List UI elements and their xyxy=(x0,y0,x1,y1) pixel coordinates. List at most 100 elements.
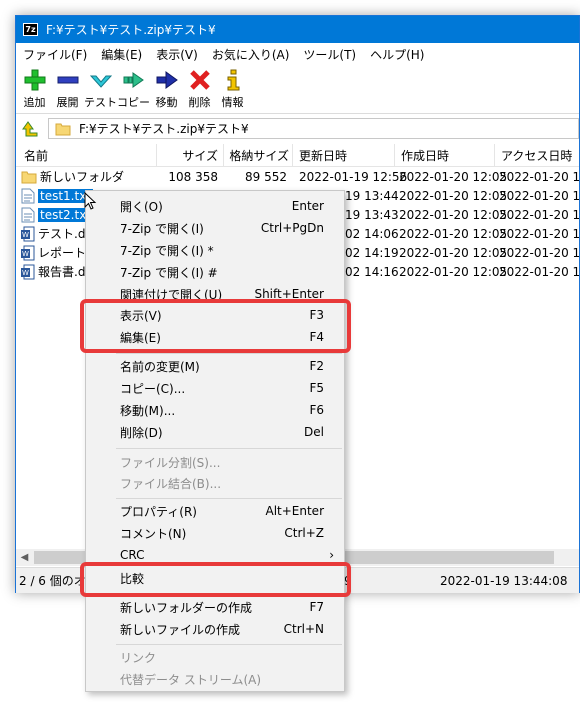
status-datetime: 2022-01-19 13:44:08 xyxy=(440,573,568,588)
menu-item-split: ファイル分割(S)... xyxy=(86,451,344,473)
menu-item-new-folder[interactable]: 新しいフォルダーの作成 F7 xyxy=(86,596,344,618)
menu-bar: ファイル(F) 編集(E) 表示(V) お気に入り(A) ツール(T) ヘルプ(… xyxy=(16,43,579,65)
menu-item-move-to[interactable]: 移動(M)... F6 xyxy=(86,399,344,421)
menu-item-label: 新しいフォルダーの作成 xyxy=(120,600,253,615)
column-name[interactable]: 名前 xyxy=(24,144,154,166)
test-button[interactable]: テスト xyxy=(84,69,117,110)
svg-text:W: W xyxy=(22,250,29,258)
column-size[interactable]: サイズ xyxy=(156,144,222,166)
menu-item-new-file[interactable]: 新しいファイルの作成 Ctrl+N xyxy=(86,618,344,640)
file-modified: 02 14:06 xyxy=(345,226,399,241)
menu-separator xyxy=(116,353,342,354)
menu-edit[interactable]: 編集(E) xyxy=(94,46,149,63)
menu-view[interactable]: 表示(V) xyxy=(149,46,205,63)
menu-item-delete[interactable]: 削除(D) Del xyxy=(86,421,344,443)
list-item[interactable]: 新しいフォルダ 108 358 89 552 2022-01-19 12:56 … xyxy=(16,167,580,186)
info-button[interactable]: 情報 xyxy=(216,69,249,110)
menu-item-rename[interactable]: 名前の変更(M) F2 xyxy=(86,355,344,377)
menu-item-shortcut: Alt+Enter xyxy=(265,504,324,518)
menu-item-shortcut: F6 xyxy=(309,403,324,417)
list-header: 名前 サイズ 格納サイズ 更新日時 作成日時 アクセス日時 xyxy=(16,144,579,167)
move-button[interactable]: 移動 xyxy=(150,69,183,110)
copy-arrow-icon xyxy=(123,72,144,88)
address-bar: F:¥テスト¥テスト.zip¥テスト¥ xyxy=(16,114,579,144)
mouse-cursor-icon xyxy=(84,192,97,210)
menu-item-diff[interactable]: 比較 xyxy=(86,567,344,589)
file-modified: 19 13:43 xyxy=(345,207,399,222)
menu-item-shortcut: Ctrl+N xyxy=(283,622,324,636)
menu-item-crc[interactable]: CRC › xyxy=(86,544,344,566)
column-accessed[interactable]: アクセス日時 xyxy=(494,144,580,166)
menu-item-shortcut: Del xyxy=(304,425,324,439)
menu-item-label: 7-Zip で開く(I) xyxy=(120,221,204,236)
menu-item-label: リンク xyxy=(120,650,157,665)
text-file-icon xyxy=(21,188,35,203)
address-path: F:¥テスト¥テスト.zip¥テスト¥ xyxy=(79,122,249,136)
up-folder-button[interactable] xyxy=(21,119,41,139)
menu-item-label: 編集(E) xyxy=(120,330,161,345)
menu-separator xyxy=(116,594,342,595)
info-label: 情報 xyxy=(221,96,244,109)
menu-item-shortcut: F7 xyxy=(309,600,324,614)
info-icon xyxy=(227,69,239,91)
menu-item-open[interactable]: 開く(O) Enter xyxy=(86,195,344,217)
menu-favorites[interactable]: お気に入り(A) xyxy=(205,46,297,63)
menu-item-label: 表示(V) xyxy=(120,308,162,323)
file-size: 108 358 xyxy=(168,169,218,184)
copy-button[interactable]: コピー xyxy=(117,69,150,110)
column-created[interactable]: 作成日時 xyxy=(394,144,494,166)
text-file-icon xyxy=(21,207,35,222)
menu-item-open-outside[interactable]: 関連付けで開く(U) Shift+Enter xyxy=(86,283,344,305)
menu-item-label: 7-Zip で開く(I) # xyxy=(120,265,218,280)
file-accessed: 2022-01-20 12:0 xyxy=(499,169,580,184)
file-name: 報告書.d xyxy=(38,265,86,279)
menu-item-shortcut: F3 xyxy=(309,308,324,322)
menu-file[interactable]: ファイル(F) xyxy=(16,46,94,63)
menu-item-label: 代替データ ストリーム(A) xyxy=(120,672,262,687)
file-modified: 02 14:19 xyxy=(345,245,399,260)
menu-item-open-inside-star[interactable]: 7-Zip で開く(I) * xyxy=(86,239,344,261)
copy-label: コピー xyxy=(117,96,150,109)
menu-item-label: 比較 xyxy=(120,571,145,586)
menu-help[interactable]: ヘルプ(H) xyxy=(363,46,431,63)
menu-item-copy-to[interactable]: コピー(C)... F5 xyxy=(86,377,344,399)
folder-icon xyxy=(55,123,71,135)
file-created: 2022-01-20 12:05 xyxy=(399,226,508,241)
scroll-left-arrow-icon[interactable]: ◀ xyxy=(16,552,33,563)
menu-item-label: 開く(O) xyxy=(120,199,163,214)
menu-item-combine: ファイル結合(B)... xyxy=(86,472,344,494)
menu-item-label: ファイル分割(S)... xyxy=(120,455,221,470)
file-modified: 19 13:44 xyxy=(345,188,399,203)
file-created: 2022-01-20 12:05 xyxy=(399,169,508,184)
menu-item-label: CRC xyxy=(120,548,145,562)
menu-item-shortcut: Shift+Enter xyxy=(254,287,324,301)
menu-tools[interactable]: ツール(T) xyxy=(296,46,363,63)
menu-item-label: 7-Zip で開く(I) * xyxy=(120,243,214,258)
delete-x-icon xyxy=(189,70,210,90)
title-bar: 7z F:¥テスト¥テスト.zip¥テスト¥ xyxy=(16,16,579,43)
check-chevron-icon xyxy=(89,75,112,88)
menu-item-link: リンク xyxy=(86,646,344,668)
file-created: 2022-01-20 12:05 xyxy=(399,264,508,279)
extract-button[interactable]: 展開 xyxy=(51,69,84,110)
delete-button[interactable]: 削除 xyxy=(183,69,216,110)
menu-item-properties[interactable]: プロパティ(R) Alt+Enter xyxy=(86,500,344,522)
menu-item-open-inside[interactable]: 7-Zip で開く(I) Ctrl+PgDn xyxy=(86,217,344,239)
menu-item-label: 関連付けで開く(U) xyxy=(120,287,223,302)
column-packed-size[interactable]: 格納サイズ xyxy=(223,144,291,166)
address-field[interactable]: F:¥テスト¥テスト.zip¥テスト¥ xyxy=(48,118,579,139)
menu-item-comment[interactable]: コメント(N) Ctrl+Z xyxy=(86,522,344,544)
menu-item-edit[interactable]: 編集(E) F4 xyxy=(86,326,344,348)
menu-item-open-inside-hash[interactable]: 7-Zip で開く(I) # xyxy=(86,261,344,283)
menu-item-label: プロパティ(R) xyxy=(120,504,197,519)
word-document-icon: W xyxy=(21,226,35,241)
add-button[interactable]: 追加 xyxy=(18,69,51,110)
menu-item-view[interactable]: 表示(V) F3 xyxy=(86,304,344,326)
word-document-icon: W xyxy=(21,264,35,279)
menu-item-label: 移動(M)... xyxy=(120,403,176,418)
file-accessed: 2022-01-20 12:05 xyxy=(499,245,580,260)
column-modified[interactable]: 更新日時 xyxy=(292,144,394,166)
file-accessed: 2022-01-20 12:05 xyxy=(499,264,580,279)
delete-label: 削除 xyxy=(188,96,211,109)
context-menu: 開く(O) Enter 7-Zip で開く(I) Ctrl+PgDn 7-Zip… xyxy=(85,190,345,692)
